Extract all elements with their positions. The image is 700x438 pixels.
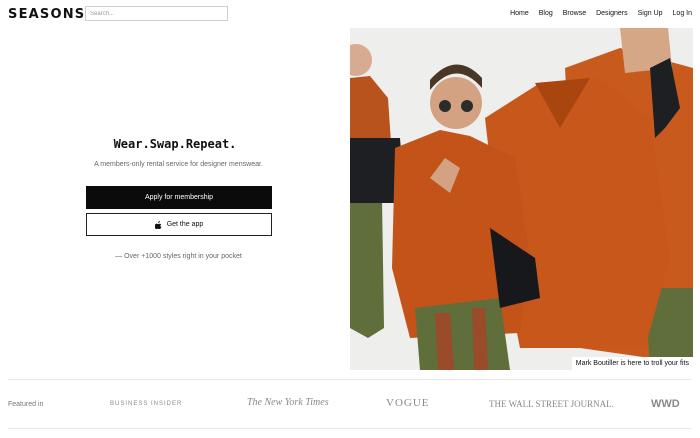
- search-input[interactable]: [85, 6, 228, 21]
- hero-photo: Mark Boutiller is here to troll your fit…: [350, 28, 693, 370]
- nav: Home Blog Browse Designers Sign Up Log I…: [510, 10, 692, 17]
- nav-designers[interactable]: Designers: [596, 10, 628, 17]
- press-nyt-logo: The New York Times: [247, 397, 329, 408]
- tagline: Wear.Swap.Repeat.: [113, 137, 237, 151]
- press-wwd-logo: WWD: [651, 398, 680, 410]
- press-vogue-logo: VOGUE: [386, 397, 430, 409]
- divider: [8, 428, 692, 429]
- nav-log-in[interactable]: Log In: [673, 10, 692, 17]
- nav-blog[interactable]: Blog: [539, 10, 553, 17]
- divider: [8, 379, 692, 380]
- apply-membership-button[interactable]: Apply for membership: [86, 186, 272, 209]
- logo[interactable]: SEASONS: [8, 7, 85, 22]
- get-app-button[interactable]: Get the app: [86, 213, 272, 236]
- hero-image: [350, 28, 693, 370]
- header: SEASONS Home Blog Browse Designers Sign …: [0, 0, 700, 28]
- hero-left: Wear.Swap.Repeat. A members-only rental …: [0, 28, 350, 370]
- photo-caption: Mark Boutiller is here to troll your fit…: [571, 357, 693, 370]
- subtitle: A members-only rental service for design…: [94, 161, 263, 168]
- nav-sign-up[interactable]: Sign Up: [638, 10, 663, 17]
- featured-label: Featured in: [8, 401, 44, 408]
- apple-icon: [154, 220, 162, 229]
- get-app-label: Get the app: [166, 221, 204, 228]
- nav-home[interactable]: Home: [510, 10, 529, 17]
- press-business-insider-logo: BUSINESS INSIDER: [110, 401, 183, 407]
- press-wsj-logo: THE WALL STREET JOURNAL.: [489, 399, 614, 409]
- nav-browse[interactable]: Browse: [563, 10, 586, 17]
- footnote: — Over +1000 styles right in your pocket: [115, 253, 242, 260]
